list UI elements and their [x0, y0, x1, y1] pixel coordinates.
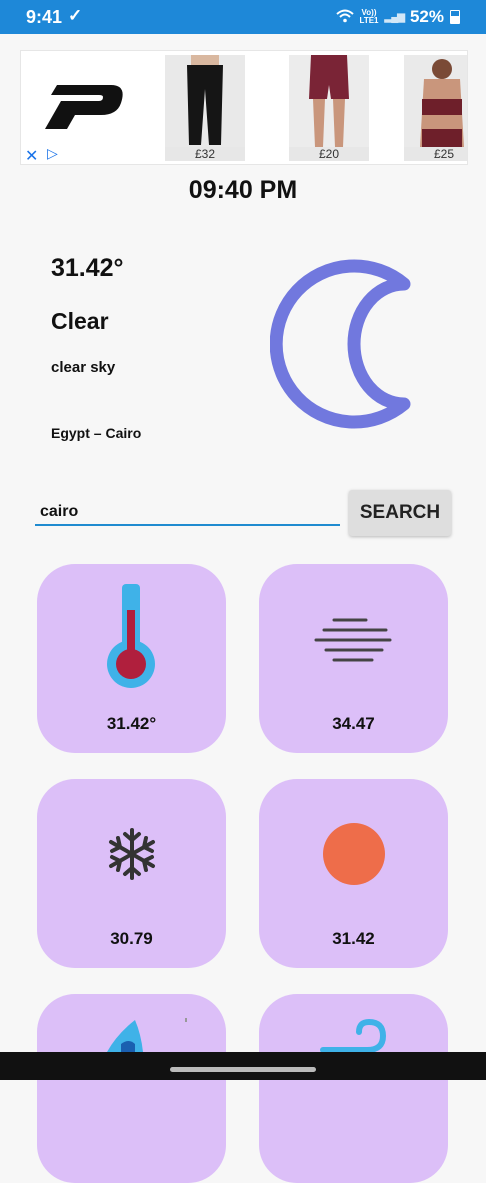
product-image-shorts: [289, 55, 369, 147]
product-image-sports-bra: [404, 55, 467, 147]
city-search-input[interactable]: [35, 500, 340, 526]
location-text: Egypt – Cairo: [51, 425, 142, 441]
condition-text: Clear: [51, 308, 109, 334]
max-temp-card[interactable]: 31.42: [259, 779, 448, 968]
system-nav-bar: [0, 1052, 486, 1080]
ad-product-3[interactable]: £25: [404, 55, 467, 161]
haze-lines-icon: [259, 614, 448, 664]
temperature-card[interactable]: 31.42°: [37, 564, 226, 753]
thermometer-icon: [37, 582, 226, 692]
snowflake-icon: [37, 827, 226, 881]
product-price: £32: [165, 147, 245, 161]
ad-product-2[interactable]: £20: [289, 55, 369, 161]
ad-banner[interactable]: £32 £20 £25 ✕ ▷: [20, 50, 468, 165]
wind-icon: [259, 1016, 448, 1056]
status-icons: Vo)) LTE1 ▂▄▆ 52%: [335, 7, 460, 27]
search-button[interactable]: SEARCH: [349, 490, 451, 536]
wifi-icon: [335, 9, 354, 26]
battery-icon: [450, 10, 460, 24]
status-time: 9:41: [26, 7, 63, 27]
moon-icon: [269, 258, 420, 438]
home-gesture-handle[interactable]: [170, 1067, 316, 1072]
check-icon: ✓: [68, 6, 83, 25]
sun-circle-icon: [259, 821, 448, 887]
min-temp-card[interactable]: 30.79: [37, 779, 226, 968]
temperature-text: 31.42°: [51, 254, 124, 282]
ad-product-1[interactable]: £32: [165, 55, 245, 161]
humidity-drop-icon: [37, 1014, 226, 1054]
close-icon[interactable]: ✕: [25, 146, 38, 164]
current-time: 09:40 PM: [188, 176, 298, 204]
signal-icon: ▂▄▆: [384, 11, 405, 23]
product-price: £20: [289, 147, 369, 161]
humidity-card[interactable]: [37, 994, 226, 1183]
adchoices-icon[interactable]: ▷: [47, 145, 58, 162]
card-value: 31.42: [332, 929, 375, 948]
product-image-pants: [165, 55, 245, 147]
haze-card[interactable]: 34.47: [259, 564, 448, 753]
product-price: £25: [404, 147, 467, 161]
card-value: 34.47: [332, 714, 375, 733]
network-label: Vo)) LTE1: [360, 9, 379, 25]
brand-logo[interactable]: [41, 83, 125, 136]
card-value: 30.79: [110, 929, 153, 948]
status-bar: 9:41 ✓ Vo)) LTE1 ▂▄▆ 52%: [0, 0, 486, 34]
battery-percent: 52%: [409, 7, 444, 26]
wind-card[interactable]: [259, 994, 448, 1183]
network-label-bottom: LTE1: [359, 16, 379, 25]
card-value: 31.42°: [106, 714, 157, 733]
description-text: clear sky: [51, 359, 116, 376]
